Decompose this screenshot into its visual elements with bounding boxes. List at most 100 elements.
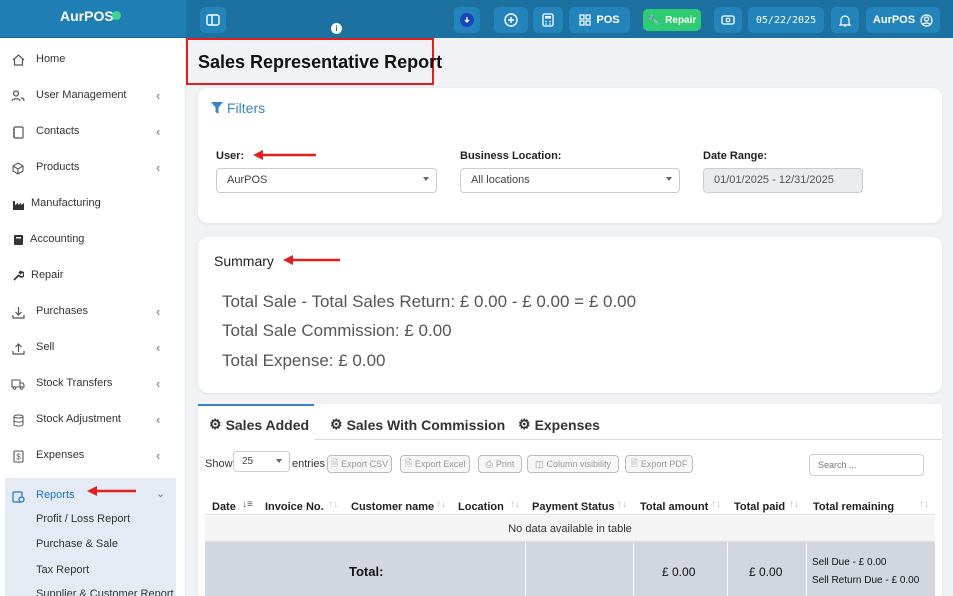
repair-label: Repair	[665, 14, 697, 26]
sidebar-item-contacts[interactable]: Contacts ‹	[0, 114, 186, 150]
filters-title: Filters	[227, 100, 266, 116]
location-select[interactable]: All locations	[460, 168, 680, 193]
industry-icon	[11, 197, 25, 211]
info-icon[interactable]: i	[331, 23, 342, 34]
download-button[interactable]	[454, 7, 480, 33]
sidebar-subitem-profit-loss[interactable]: Profit / Loss Report	[36, 513, 130, 525]
button-label: Export PDF	[640, 459, 688, 469]
sidebar-subitem-supplier-customer[interactable]: Supplier & Customer Report	[36, 588, 176, 596]
sidebar-item-stock-adjustment[interactable]: Stock Adjustment ‹	[0, 402, 186, 438]
chevron-left-icon: ‹	[156, 160, 161, 175]
users-icon	[11, 89, 25, 103]
top-bar: AurPOS i POS 🔧 Repair 05/22/2025 AurPOS	[0, 0, 953, 38]
date-range-input[interactable]: 01/01/2025 - 12/31/2025	[703, 168, 863, 193]
user-menu-button[interactable]: AurPOS	[866, 7, 940, 33]
summary-title: Summary	[214, 253, 274, 269]
dropdown-caret-icon	[666, 177, 672, 181]
sidebar-item-label: Stock Transfers	[36, 377, 113, 389]
export-excel-button[interactable]: 🗎 Export Excel	[400, 455, 470, 473]
calculator-button[interactable]	[533, 7, 563, 33]
database-icon	[11, 413, 25, 427]
button-label: Export CSV	[341, 459, 389, 469]
annotation-arrow	[253, 150, 316, 160]
search-input[interactable]	[809, 454, 924, 476]
export-pdf-button[interactable]: 🗎 Export PDF	[625, 455, 693, 473]
book-icon	[11, 233, 25, 247]
tab-sales-added[interactable]: ⚙ Sales Added	[209, 416, 309, 433]
dropdown-caret-icon	[423, 177, 429, 181]
user-label: User:	[216, 150, 245, 162]
sidebar-item-label: Purchases	[36, 305, 88, 317]
brand-logo[interactable]: AurPOS	[0, 0, 186, 38]
notifications-button[interactable]	[831, 7, 859, 33]
sidebar-item-expenses[interactable]: $ Expenses ‹	[0, 438, 186, 474]
footer-sell-due: Sell Due - £ 0.00	[812, 557, 887, 568]
footer-total-amount: £ 0.00	[662, 565, 696, 579]
sidebar-item-purchases[interactable]: Purchases ‹	[0, 294, 186, 330]
sort-icon: ↑↓	[919, 499, 929, 510]
wrench-icon	[11, 269, 25, 283]
pos-label: POS	[596, 14, 620, 26]
sidebar-item-label: Products	[36, 161, 80, 173]
chevron-left-icon: ‹	[156, 304, 161, 319]
main-content: Sales Representative Report Filters User…	[186, 38, 953, 596]
cash-register-button[interactable]	[714, 7, 742, 33]
sidebar-subitem-tax-report[interactable]: Tax Report	[36, 564, 89, 576]
divider	[727, 542, 728, 596]
chevron-left-icon: ‹	[156, 448, 161, 463]
footer-sell-return-due: Sell Return Due - £ 0.00	[812, 575, 920, 586]
sidebar-item-home[interactable]: Home	[0, 42, 186, 78]
sidebar-item-products[interactable]: Products ‹	[0, 150, 186, 186]
annotation-arrow	[87, 486, 136, 496]
sidebar-item-label: Home	[36, 53, 66, 65]
chevron-left-icon: ‹	[156, 124, 161, 139]
chevron-down-icon: ⌄	[156, 488, 166, 500]
entries-select[interactable]: 25	[233, 451, 290, 472]
column-visibility-button[interactable]: ◫ Column visibility	[527, 455, 619, 473]
dropdown-caret-icon	[276, 459, 282, 463]
summary-commission: Total Sale Commission: £ 0.00	[222, 321, 452, 340]
location-label: Business Location:	[460, 150, 562, 162]
sidebar-item-accounting[interactable]: Accounting	[0, 222, 186, 258]
export-csv-button[interactable]: 🗎 Export CSV	[327, 455, 392, 473]
button-label: Print	[495, 459, 515, 469]
tab-expenses[interactable]: ⚙ Expenses	[518, 416, 600, 433]
sort-icon: ↑↓	[510, 499, 520, 510]
sidebar: Home User Management ‹ Contacts ‹ Produc…	[0, 38, 186, 596]
chevron-left-icon: ‹	[156, 88, 161, 103]
button-label: Column visibility	[546, 459, 612, 469]
tab-sales-with-commission[interactable]: ⚙ Sales With Commission	[330, 416, 505, 433]
location-select-value: All locations	[471, 174, 530, 186]
show-label: Show	[205, 458, 233, 470]
filters-toggle[interactable]: Filters	[211, 100, 265, 116]
sidebar-item-user-management[interactable]: User Management ‹	[0, 78, 186, 114]
sidebar-item-stock-transfers[interactable]: Stock Transfers ‹	[0, 366, 186, 402]
current-date: 05/22/2025	[748, 7, 824, 33]
sort-icon: ↑↓	[617, 499, 627, 510]
sidebar-subitem-purchase-sale[interactable]: Purchase & Sale	[36, 538, 118, 550]
filter-icon	[211, 102, 223, 114]
tab-label: Sales Added	[225, 416, 310, 433]
gear-icon: ⚙	[518, 416, 531, 432]
sidebar-item-repair[interactable]: Repair	[0, 258, 186, 294]
user-select[interactable]: AurPOS	[216, 168, 437, 193]
sidebar-toggle-icon[interactable]	[200, 7, 226, 33]
repair-button[interactable]: 🔧 Repair	[643, 9, 701, 31]
sidebar-item-label: Stock Adjustment	[36, 413, 121, 425]
brand-name: AurPOS	[60, 8, 114, 24]
add-button[interactable]	[494, 7, 528, 33]
cube-icon	[11, 161, 25, 175]
sidebar-item-manufacturing[interactable]: Manufacturing	[0, 186, 186, 222]
pos-button[interactable]: POS	[569, 7, 630, 33]
chevron-left-icon: ‹	[156, 376, 161, 391]
sidebar-item-sell[interactable]: Sell ‹	[0, 330, 186, 366]
sidebar-item-label: Manufacturing	[31, 197, 101, 209]
grid-icon	[579, 14, 591, 26]
print-button[interactable]: ⎙ Print	[478, 455, 522, 473]
svg-text:$: $	[16, 452, 21, 461]
sort-icon: ↑↓	[789, 499, 799, 510]
sort-icon: ↑↓	[328, 499, 338, 510]
sort-icon: ↑↓	[436, 499, 446, 510]
table-footer-row	[205, 542, 935, 596]
sidebar-item-label: Sell	[36, 341, 55, 353]
